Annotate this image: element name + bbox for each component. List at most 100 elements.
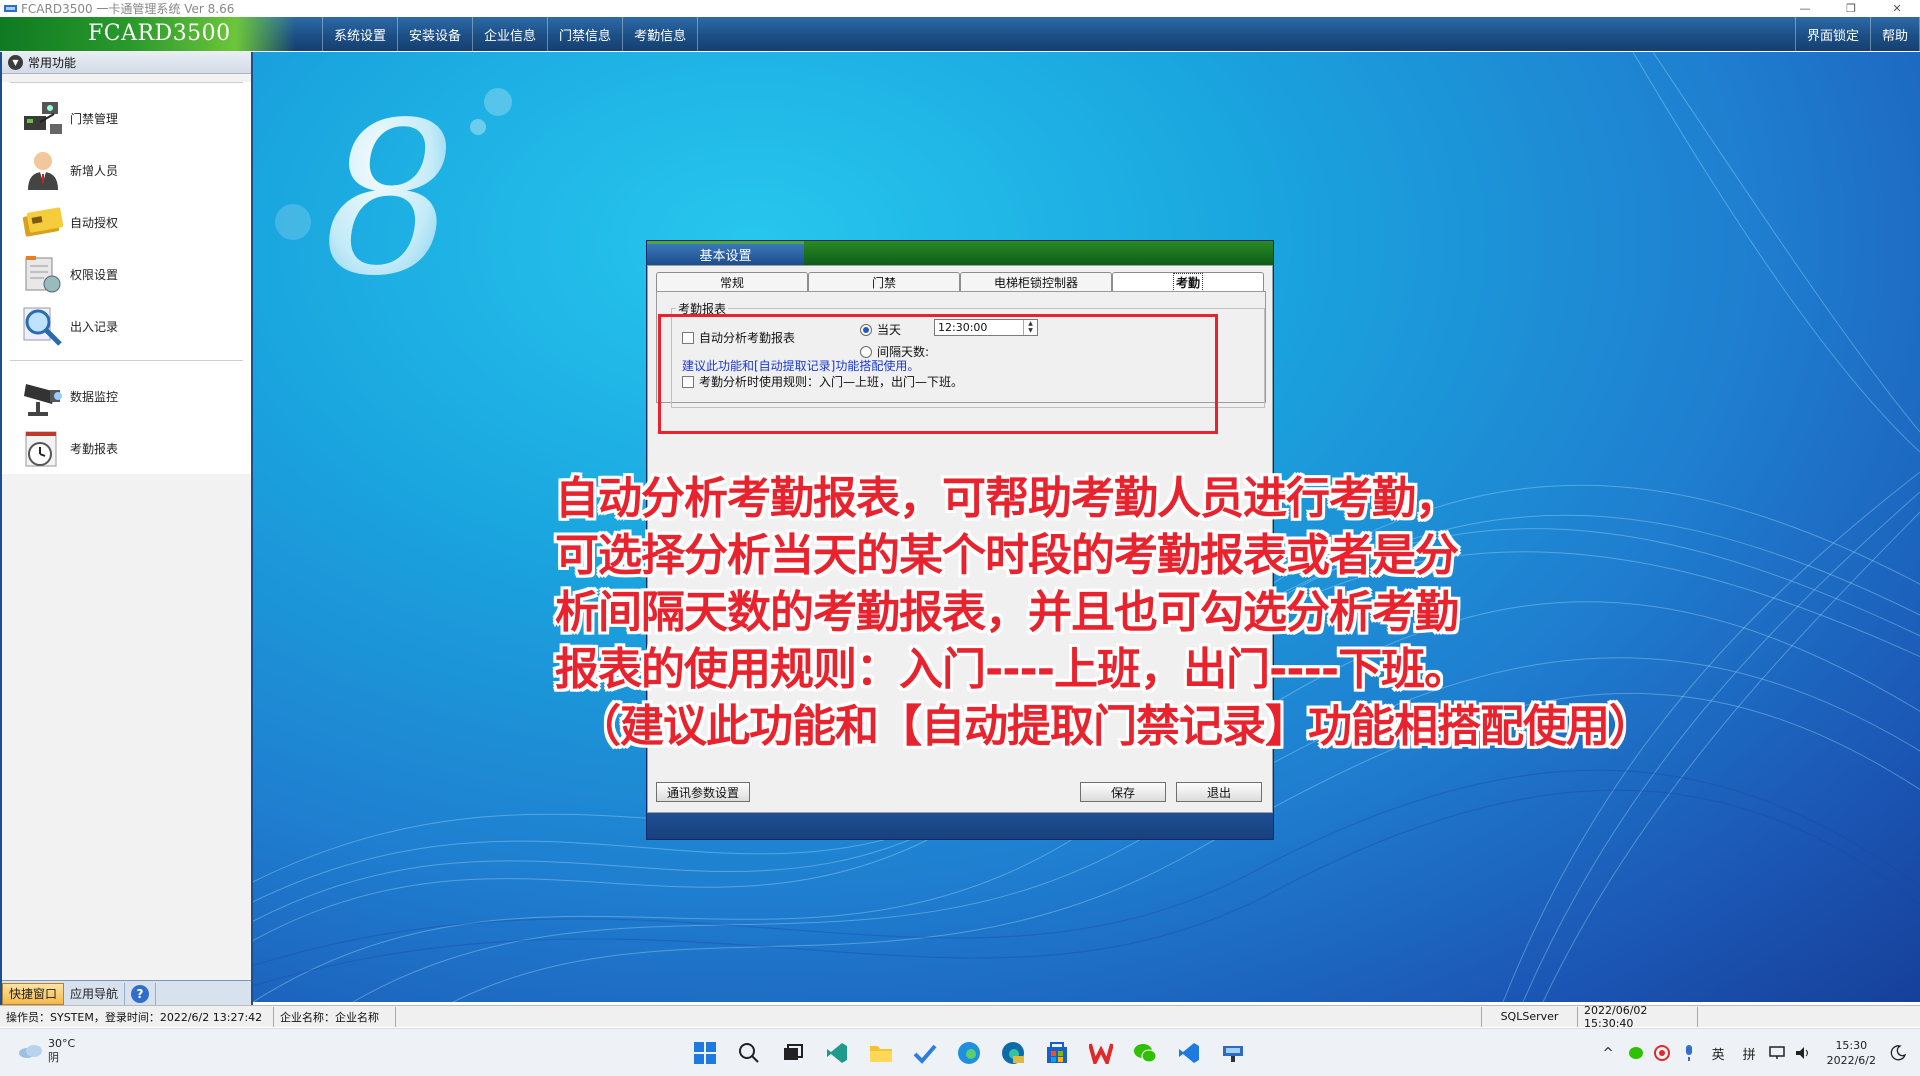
operator-status: 操作员：SYSTEM，登录时间：2022/6/2 13:27:42 [0, 1006, 274, 1027]
ime-language[interactable]: 英 [1712, 1044, 1725, 1063]
taskbar-app-wps[interactable] [1079, 1035, 1123, 1071]
restore-button[interactable]: ❐ [1828, 0, 1874, 17]
start-button[interactable] [683, 1035, 727, 1071]
search-button[interactable] [727, 1035, 771, 1071]
highlight-box [658, 314, 1218, 434]
wechat-icon [1134, 1044, 1157, 1063]
nav-label: 权限设置 [70, 267, 119, 282]
help-icon: ? [131, 984, 150, 1003]
weather-desc: 阴 [48, 1051, 59, 1064]
menu-install-device[interactable]: 安装设备 [397, 17, 472, 51]
network-icon[interactable] [1768, 1046, 1787, 1060]
task-view-icon [784, 1044, 803, 1060]
nav-label: 考勤报表 [70, 441, 119, 456]
notification-icon[interactable] [1890, 1045, 1906, 1061]
nav-add-person[interactable]: 新增人员 [2, 144, 251, 196]
vscode-icon [1179, 1043, 1199, 1063]
panel-header[interactable]: ▼ 常用功能 [2, 52, 251, 74]
record-tray-icon[interactable] [1653, 1045, 1670, 1061]
windows-icon [694, 1042, 716, 1064]
clock-icon [25, 431, 57, 467]
ime-mode[interactable]: 拼 [1743, 1044, 1756, 1063]
brand-logo: FCARD3500 [88, 21, 231, 46]
tab-door[interactable]: 门禁 [808, 272, 960, 292]
taskbar-app-explorer[interactable] [859, 1035, 903, 1071]
cloud-icon [19, 1045, 42, 1058]
taskbar-app-fcard[interactable] [1211, 1035, 1255, 1071]
title-bar: FCARD3500 一卡通管理系统 Ver 8.66 — ❐ ✕ [0, 0, 1920, 17]
taskbar-app-vscode[interactable] [1167, 1035, 1211, 1071]
camera-icon [24, 384, 62, 416]
tab-elevator-locker[interactable]: 电梯柜锁控制器 [960, 272, 1112, 292]
nav-data-monitor[interactable]: 数据监控 [2, 370, 251, 422]
dialog-tabs: 常规 门禁 电梯柜锁控制器 考勤 [656, 272, 1266, 292]
tray-overflow-icon[interactable]: ^ [1603, 1046, 1614, 1061]
menu-help[interactable]: 帮助 [1869, 17, 1920, 51]
annotation-line: 析间隔天数的考勤报表，并且也可勾选分析考勤 [555, 587, 1459, 638]
magnifier-icon [23, 307, 62, 346]
taskbar-app-wechat[interactable] [1123, 1035, 1167, 1071]
visual-studio-icon [827, 1043, 847, 1063]
weather-widget[interactable]: 30°C 阴 [18, 1037, 75, 1065]
taskbar-app-edge[interactable] [947, 1035, 991, 1071]
tab-app-navigation[interactable]: 应用导航 [64, 982, 126, 1005]
svg-text:8: 8 [323, 77, 457, 322]
brand-banner: FCARD3500 [0, 17, 295, 51]
nav-label: 出入记录 [70, 319, 119, 334]
minimize-button[interactable]: — [1782, 0, 1828, 17]
taskbar-app-store[interactable] [1035, 1035, 1079, 1071]
collapse-icon[interactable]: ▼ [8, 55, 23, 70]
menu-system-settings[interactable]: 系统设置 [322, 17, 397, 51]
microphone-icon[interactable] [1683, 1045, 1695, 1061]
nav-label: 自动授权 [70, 215, 119, 230]
database-status: SQLServer [1482, 1006, 1578, 1027]
menu-attendance-info[interactable]: 考勤信息 [622, 17, 699, 51]
weather-temp: 30°C [48, 1037, 76, 1050]
clock-time: 15:30 [1835, 1039, 1868, 1052]
help-tab[interactable]: ? [125, 982, 157, 1005]
nav-label: 数据监控 [70, 389, 119, 404]
panel-header-label: 常用功能 [28, 56, 77, 70]
dialog-title: 基本设置 [647, 241, 804, 265]
search-icon [739, 1043, 759, 1063]
annotation-line: （建议此功能和【自动提取门禁记录】功能相搭配使用） [577, 701, 1653, 752]
taskbar-app-vs[interactable] [815, 1035, 859, 1071]
menu-bar: FCARD3500 系统设置 安装设备 企业信息 门禁信息 考勤信息 界面锁定 … [0, 17, 1920, 51]
clock-date: 2022/6/2 [1826, 1054, 1876, 1067]
status-bar: 操作员：SYSTEM，登录时间：2022/6/2 13:27:42 企业名称：企… [0, 1004, 1920, 1030]
taskbar-app-edge-dev[interactable] [991, 1035, 1035, 1071]
comm-params-button[interactable]: 通讯参数设置 [656, 782, 750, 802]
nav-attendance-report[interactable]: 考勤报表 [2, 422, 251, 474]
company-status: 企业名称：企业名称 [274, 1006, 396, 1027]
tab-quick-window[interactable]: 快捷窗口 [2, 982, 65, 1005]
nav-access-records[interactable]: 出入记录 [2, 300, 251, 352]
folder-icon [870, 1046, 892, 1062]
save-button[interactable]: 保存 [1080, 782, 1166, 802]
taskbar-clock[interactable]: 15:30 2022/6/2 [1827, 1038, 1876, 1068]
menu-door-info[interactable]: 门禁信息 [547, 17, 622, 51]
app-icon [4, 5, 17, 12]
edge-dev-icon [1002, 1042, 1024, 1064]
exit-button[interactable]: 退出 [1176, 782, 1262, 802]
nav-label: 门禁管理 [70, 111, 119, 126]
task-view-button[interactable] [771, 1035, 815, 1071]
nav-auto-authorize[interactable]: 自动授权 [2, 196, 251, 248]
taskbar: 30°C 阴 ^ 英 拼 15:30 2022/6/2 [0, 1028, 1920, 1076]
nav-label: 新增人员 [70, 163, 119, 178]
tab-attendance[interactable]: 考勤 [1112, 272, 1264, 292]
annotation-line: 可选择分析当天的某个时段的考勤报表或者是分 [555, 530, 1459, 581]
tab-general[interactable]: 常规 [656, 272, 808, 292]
nav-door-management[interactable]: 门禁管理 [2, 92, 251, 144]
volume-icon[interactable] [1795, 1046, 1811, 1060]
taskbar-app-todo[interactable] [903, 1035, 947, 1071]
menu-company-info[interactable]: 企业信息 [472, 17, 547, 51]
left-panel: ▼ 常用功能 门禁管理 新增人员 自动授权 权限设置 出入记录 数据监控 考勤报… [0, 52, 253, 1006]
door-control-icon [24, 102, 62, 134]
wechat-tray-icon[interactable] [1628, 1046, 1644, 1060]
system-tray: ^ 英 拼 15:30 2022/6/2 [1594, 1029, 1920, 1076]
nav-permission-settings[interactable]: 权限设置 [2, 248, 251, 300]
panel-bottom-tabs: 快捷窗口 应用导航 ? [2, 980, 251, 1006]
card-icon [22, 207, 64, 237]
close-button[interactable]: ✕ [1874, 0, 1920, 17]
menu-lock-ui[interactable]: 界面锁定 [1794, 17, 1870, 51]
